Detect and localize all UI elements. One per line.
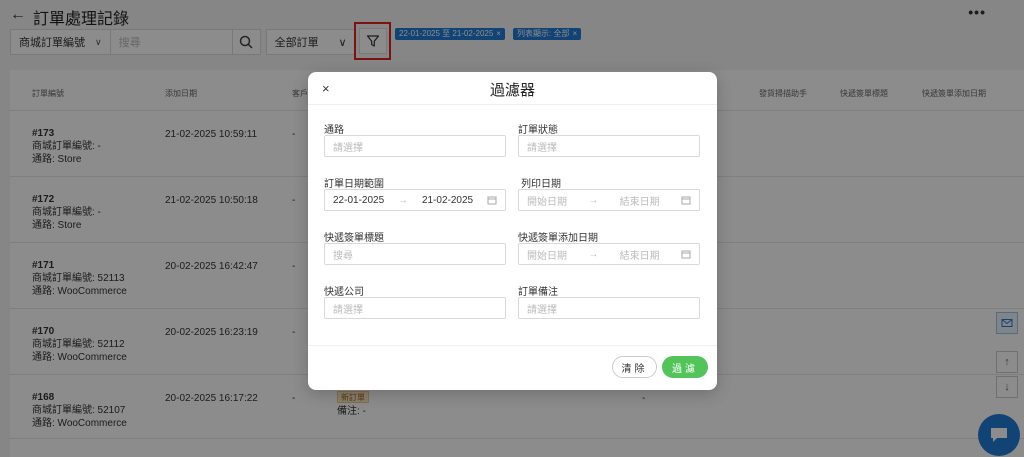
courier-date-range-picker[interactable]: 開始日期 → 結束日期 [518, 243, 700, 265]
order-date-label: 訂單日期範圍 [324, 179, 384, 190]
calendar-icon [681, 250, 691, 259]
courier-company-label: 快遞公司 [324, 287, 364, 298]
arrow-right-icon: → [588, 248, 599, 260]
print-date-start[interactable]: 開始日期 [527, 193, 567, 208]
order-note-label: 訂單備注 [518, 287, 558, 298]
arrow-right-icon: → [398, 194, 409, 206]
arrow-right-icon: → [588, 194, 599, 206]
order-date-range-picker[interactable]: 22-01-2025 → 21-02-2025 [324, 189, 506, 211]
print-date-end[interactable]: 結束日期 [620, 193, 660, 208]
order-note-select[interactable]: 請選擇 [518, 297, 700, 319]
filter-modal: × 過濾器 通路 請選擇 訂單狀態 請選擇 訂單日期範圍 22-01-2025 … [308, 72, 717, 390]
clear-button[interactable]: 清除 [612, 356, 657, 378]
modal-header: × 過濾器 [308, 72, 717, 105]
courier-date-end[interactable]: 結束日期 [620, 247, 660, 262]
print-date-label: 列印日期 [521, 179, 561, 190]
order-date-start[interactable]: 22-01-2025 [333, 195, 384, 206]
courier-company-select[interactable]: 請選擇 [324, 297, 506, 319]
courier-title-label: 快遞簽單標題 [324, 233, 384, 244]
modal-footer-divider [308, 345, 717, 346]
channel-label: 通路 [324, 125, 344, 136]
apply-filter-button[interactable]: 過濾 [662, 356, 708, 378]
channel-select[interactable]: 請選擇 [324, 135, 506, 157]
modal-title: 過濾器 [489, 82, 535, 99]
order-status-select[interactable]: 請選擇 [518, 135, 700, 157]
order-date-end[interactable]: 21-02-2025 [422, 195, 473, 206]
courier-date-start[interactable]: 開始日期 [527, 247, 567, 262]
order-status-label: 訂單狀態 [518, 125, 558, 136]
calendar-icon [681, 196, 691, 205]
courier-title-input[interactable]: 搜尋 [324, 243, 506, 265]
print-date-range-picker[interactable]: 開始日期 → 結束日期 [518, 189, 700, 211]
courier-date-label: 快遞簽單添加日期 [518, 233, 598, 244]
calendar-icon [487, 196, 497, 205]
